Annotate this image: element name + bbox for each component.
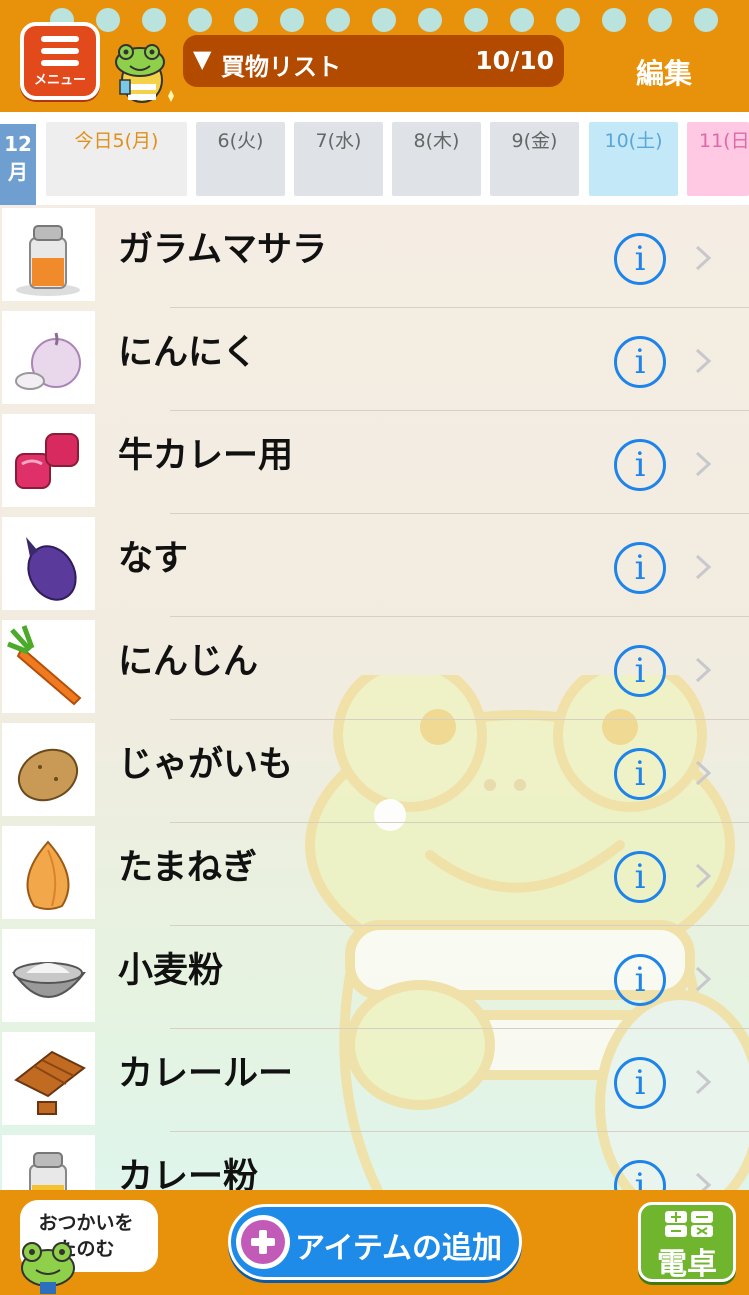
onion-icon xyxy=(2,826,95,919)
list-item[interactable]: なす i xyxy=(0,514,749,617)
day-tab-11[interactable]: 11(日 xyxy=(687,122,749,196)
chevron-right-icon[interactable] xyxy=(692,861,714,891)
day-tab-6[interactable]: 6(火) xyxy=(196,122,285,196)
info-button[interactable]: i xyxy=(614,954,666,1006)
plus-icon xyxy=(236,1215,290,1269)
item-name: にんにく xyxy=(118,333,258,373)
chevron-right-icon[interactable] xyxy=(692,552,714,582)
list-title: 買物リスト xyxy=(221,53,341,81)
list-item[interactable]: カレールー i xyxy=(0,1029,749,1132)
chevron-right-icon[interactable] xyxy=(692,449,714,479)
info-button[interactable]: i xyxy=(614,1160,666,1190)
list-count: 10/10 xyxy=(475,46,554,75)
shopping-item-list[interactable]: ガラムマサラ i にんにく i 牛カレー用 i なす i にんじん i じゃがい… xyxy=(0,205,749,1190)
frog-icon xyxy=(21,1242,75,1294)
shopping-list-selector[interactable]: ▼ 買物リスト 10/10 xyxy=(183,35,564,87)
info-button[interactable]: i xyxy=(614,233,666,285)
info-button[interactable]: i xyxy=(614,542,666,594)
item-name: じゃがいも xyxy=(118,745,294,785)
day-tab-7[interactable]: 7(水) xyxy=(294,122,383,196)
calculator-button[interactable]: 電卓 xyxy=(638,1202,736,1282)
month-label: 12 月 xyxy=(0,124,36,208)
chevron-right-icon[interactable] xyxy=(692,243,714,273)
item-name: にんじん xyxy=(118,642,259,682)
chevron-right-icon[interactable] xyxy=(692,1067,714,1097)
list-item[interactable]: カレー粉 i xyxy=(0,1132,749,1190)
frog-mascot-icon xyxy=(115,44,174,103)
info-button[interactable]: i xyxy=(614,748,666,800)
item-name: なす xyxy=(118,539,189,579)
dropdown-triangle-icon: ▼ xyxy=(193,45,212,73)
info-button[interactable]: i xyxy=(614,336,666,388)
spice-jar-orange-icon xyxy=(2,208,95,301)
eggplant-icon xyxy=(2,517,95,610)
chevron-right-icon[interactable] xyxy=(692,964,714,994)
chevron-right-icon[interactable] xyxy=(692,758,714,788)
carrot-icon xyxy=(2,620,95,713)
list-item[interactable]: じゃがいも i xyxy=(0,720,749,823)
menu-button[interactable]: メニュー xyxy=(20,22,100,100)
day-tab-8[interactable]: 8(木) xyxy=(392,122,481,196)
item-name: たまねぎ xyxy=(118,848,257,888)
edit-button[interactable]: 編集 xyxy=(636,52,692,92)
add-item-label: アイテムの追加 xyxy=(295,1231,502,1266)
item-name: カレールー xyxy=(118,1054,294,1094)
item-name: カレー粉 xyxy=(118,1157,259,1190)
list-item[interactable]: 小麦粉 i xyxy=(0,926,749,1029)
potato-icon xyxy=(2,723,95,816)
list-item[interactable]: にんにく i xyxy=(0,308,749,411)
header-dots-decoration xyxy=(0,8,749,34)
app-header: メニュー ▼ 買物リスト 10/10 編集 xyxy=(0,0,749,112)
garlic-icon xyxy=(2,311,95,404)
day-tab-9[interactable]: 9(金) xyxy=(490,122,579,196)
info-button[interactable]: i xyxy=(614,851,666,903)
list-item[interactable]: にんじん i xyxy=(0,617,749,720)
bottom-toolbar: おつかいを たのむ アイテムの追加 電卓 xyxy=(0,1190,749,1295)
day-tab-10[interactable]: 10(土) xyxy=(589,122,678,196)
info-button[interactable]: i xyxy=(614,439,666,491)
date-selector-bar: 12 月 今日5(月) 6(火) 7(水) 8(木) 9(金) 10(土) 11… xyxy=(0,112,749,208)
add-item-button[interactable]: アイテムの追加 xyxy=(228,1204,522,1280)
item-name: ガラムマサラ xyxy=(118,230,327,270)
hamburger-icon xyxy=(41,36,79,72)
chevron-right-icon[interactable] xyxy=(692,1170,714,1190)
spice-jar-yellow-icon xyxy=(2,1135,95,1190)
flour-bowl-icon xyxy=(2,929,95,1022)
list-item[interactable]: ガラムマサラ i xyxy=(0,205,749,308)
chevron-right-icon[interactable] xyxy=(692,655,714,685)
list-item[interactable]: 牛カレー用 i xyxy=(0,411,749,514)
ask-errand-button[interactable]: おつかいを たのむ xyxy=(14,1200,160,1294)
calculator-label: 電卓 xyxy=(657,1247,717,1282)
item-name: 小麦粉 xyxy=(118,951,224,991)
list-item[interactable]: たまねぎ i xyxy=(0,823,749,926)
curry-roux-icon xyxy=(2,1032,95,1125)
item-name: 牛カレー用 xyxy=(118,436,294,476)
day-tab-today[interactable]: 今日5(月) xyxy=(46,122,187,196)
chevron-right-icon[interactable] xyxy=(692,346,714,376)
menu-button-label: メニュー xyxy=(33,73,86,88)
info-button[interactable]: i xyxy=(614,1057,666,1109)
info-button[interactable]: i xyxy=(614,645,666,697)
beef-cubes-icon xyxy=(2,414,95,507)
calculator-icon xyxy=(665,1211,713,1237)
